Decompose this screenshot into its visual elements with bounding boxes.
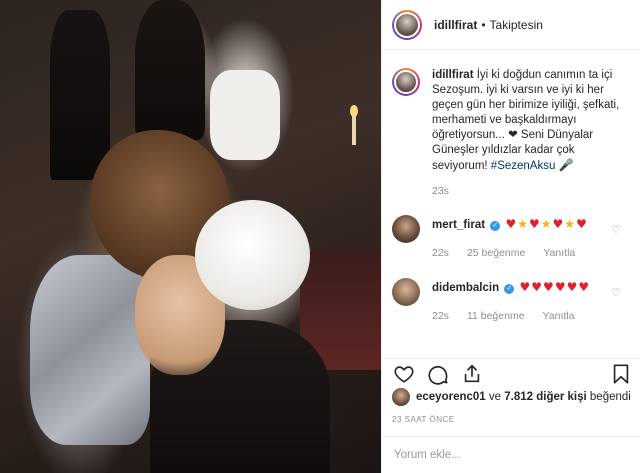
post-timestamp[interactable]: 23 SAAT ÖNCE bbox=[392, 415, 455, 424]
microphone-icon: 🎤 bbox=[558, 158, 575, 172]
author-avatar[interactable] bbox=[392, 9, 422, 40]
liker-username[interactable]: eceyorenc01 bbox=[416, 391, 486, 403]
post-header: idillfirat • Takiptesin bbox=[382, 0, 640, 50]
heart-emoji-icon: ♥ bbox=[531, 280, 544, 294]
star-emoji-icon: ★ bbox=[540, 217, 553, 231]
reply-button[interactable]: Yanıtla bbox=[543, 307, 575, 325]
comment-emojis: ♥★♥★♥★♥ bbox=[505, 217, 587, 231]
comment-likes-count[interactable]: 11 beğenme bbox=[467, 307, 525, 325]
liker-avatar[interactable] bbox=[392, 388, 410, 406]
caption: idillfirat İyi ki doğdun canımın ta içi … bbox=[392, 68, 627, 199]
heart-emoji-icon: ♥ bbox=[552, 217, 565, 231]
post-side-panel: idillfirat • Takiptesin idillfirat İyi k… bbox=[381, 0, 640, 473]
photo-background-figure bbox=[210, 70, 280, 160]
header-separator: • bbox=[481, 17, 486, 32]
author-username[interactable]: idillfirat bbox=[434, 18, 477, 32]
comment-time[interactable]: 22s bbox=[432, 307, 449, 325]
caption-body: idillfirat İyi ki doğdun canımın ta içi … bbox=[432, 68, 622, 199]
comment-bubble-icon[interactable] bbox=[426, 362, 450, 386]
photo-background-figure bbox=[135, 0, 205, 140]
comment-likes-count[interactable]: 25 beğenme bbox=[467, 244, 525, 262]
comment-input[interactable] bbox=[394, 449, 554, 461]
instagram-post: idillfirat • Takiptesin idillfirat İyi k… bbox=[0, 0, 640, 473]
reply-button[interactable]: Yanıtla bbox=[543, 244, 575, 262]
likes-others-count[interactable]: 7.812 diğer kişi bbox=[504, 391, 586, 403]
caption-meta: 23s bbox=[432, 184, 622, 199]
star-emoji-icon: ★ bbox=[564, 217, 577, 231]
likes-suffix: beğendi bbox=[586, 391, 631, 403]
share-icon[interactable] bbox=[460, 362, 484, 386]
photo-white-hair bbox=[195, 200, 310, 310]
verified-badge-icon: ✓ bbox=[504, 284, 515, 294]
caption-text: İyi ki doğdun canımın ta içi Sezoşum. iy… bbox=[432, 69, 620, 172]
likes-line: eceyorenc01 ve 7.812 diğer kişi beğendi bbox=[392, 388, 631, 406]
comment-body: didembalcin ✓ ♥♥♥♥♥♥ 22s 11 beğenme Yanı… bbox=[432, 278, 607, 325]
comment-item: mert_firat ✓ ♥★♥★♥★♥ 22s 25 beğenme Yanı… bbox=[392, 215, 627, 262]
comment-time[interactable]: 22s bbox=[432, 244, 449, 262]
comment-item: didembalcin ✓ ♥♥♥♥♥♥ 22s 11 beğenme Yanı… bbox=[392, 278, 627, 325]
comments-list[interactable]: idillfirat İyi ki doğdun canımın ta içi … bbox=[382, 58, 640, 358]
comment-username[interactable]: mert_firat bbox=[432, 219, 485, 231]
comment-avatar[interactable] bbox=[392, 215, 420, 243]
heart-emoji-icon: ♥ bbox=[519, 280, 532, 294]
heart-emoji-icon: ♥ bbox=[543, 280, 555, 294]
photo-background-figure bbox=[50, 10, 110, 180]
hashtag-link[interactable]: #SezenAksu bbox=[491, 160, 556, 172]
heart-emoji-icon: ♥ bbox=[529, 217, 541, 231]
comment-emojis: ♥♥♥♥♥♥ bbox=[520, 280, 591, 294]
verified-badge-icon: ✓ bbox=[490, 221, 501, 231]
caption-time[interactable]: 23s bbox=[432, 184, 449, 199]
small-heart-icon[interactable]: ♡ bbox=[611, 223, 621, 236]
comment-avatar[interactable] bbox=[392, 278, 420, 306]
photo-sequin-dress bbox=[30, 255, 150, 445]
action-bar bbox=[382, 358, 640, 388]
comment-meta: 22s 25 beğenme Yanıtla bbox=[432, 244, 607, 262]
comment-meta: 22s 11 beğenme Yanıtla bbox=[432, 307, 607, 325]
bookmark-icon[interactable] bbox=[609, 362, 633, 386]
post-photo[interactable] bbox=[0, 0, 381, 473]
add-comment-bar bbox=[382, 436, 640, 473]
heart-emoji-icon: ♥ bbox=[505, 217, 518, 231]
photo-candle bbox=[352, 115, 356, 145]
heart-emoji-icon: ♥ bbox=[566, 280, 579, 294]
comment-username[interactable]: didembalcin bbox=[432, 282, 499, 294]
heart-emoji-icon: ♥ bbox=[576, 217, 588, 231]
caption-avatar[interactable] bbox=[392, 68, 420, 96]
follow-status[interactable]: Takiptesin bbox=[490, 18, 543, 32]
likes-connector: ve bbox=[485, 391, 505, 403]
caption-username[interactable]: idillfirat bbox=[432, 69, 474, 81]
small-heart-icon[interactable]: ♡ bbox=[611, 286, 621, 299]
heart-emoji-icon: ♥ bbox=[578, 280, 591, 294]
star-emoji-icon: ★ bbox=[517, 217, 529, 231]
heart-emoji-icon: ♥ bbox=[554, 280, 567, 294]
comment-body: mert_firat ✓ ♥★♥★♥★♥ 22s 25 beğenme Yanı… bbox=[432, 215, 607, 262]
heart-outline-icon[interactable] bbox=[392, 362, 416, 386]
photo-candle-flame bbox=[350, 105, 358, 117]
